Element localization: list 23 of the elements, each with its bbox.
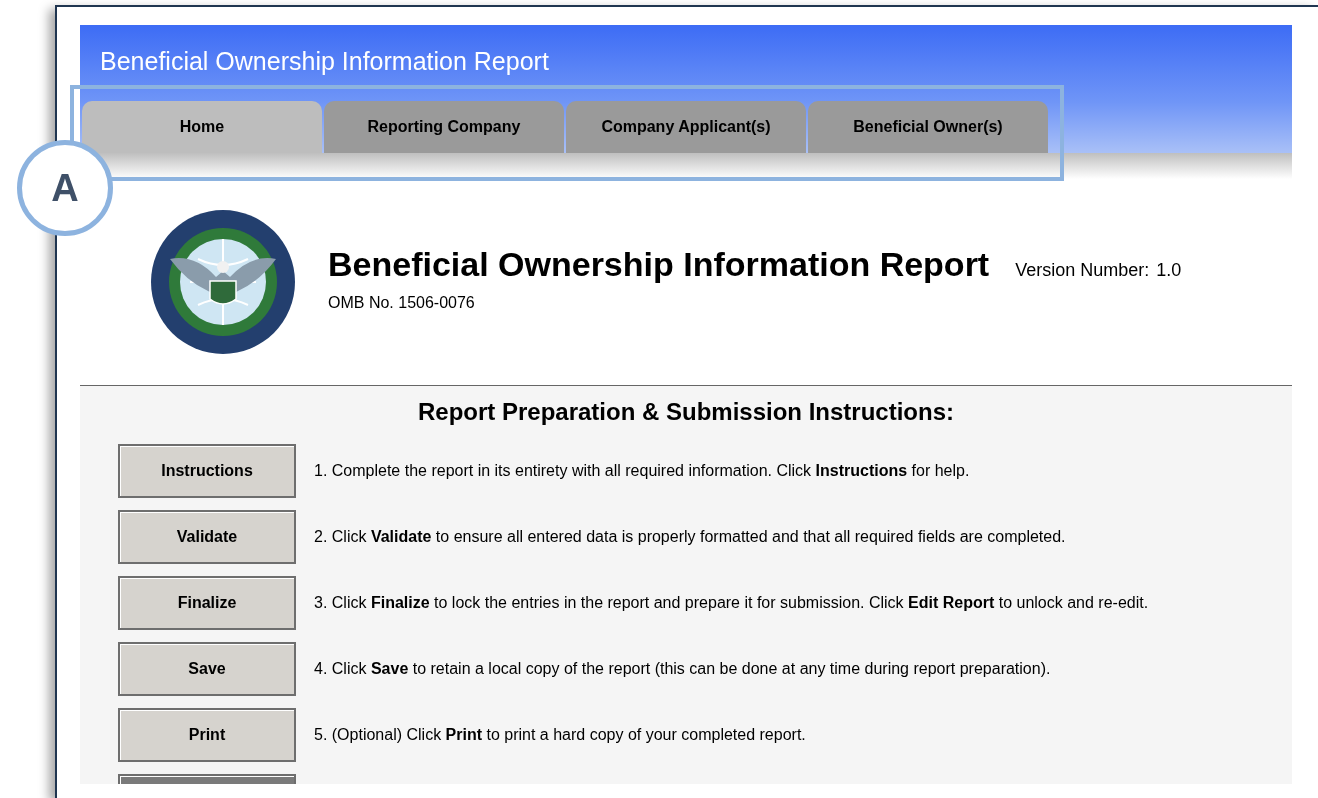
action-button[interactable]: Finalize [118, 576, 296, 630]
tab[interactable]: Reporting Company [324, 101, 564, 153]
callout-marker: A [17, 140, 113, 236]
action-button[interactable] [118, 774, 296, 784]
step-text: 3. Click Finalize to lock the entries in the report and prepare it for submission. Click Edit Report to unlock and re-edit. [314, 594, 1149, 612]
step-text: 4. Click Save to retain a local copy of the report (this can be done at any time during report preparation). [314, 660, 1051, 678]
app-title: Beneficial Ownership Information Report [99, 46, 550, 76]
tab[interactable]: Company Applicant(s) [566, 101, 806, 153]
version-label: Version Number: [1015, 259, 1150, 281]
seal-icon [150, 209, 296, 355]
tab[interactable]: Beneficial Owner(s) [808, 101, 1048, 153]
action-button[interactable]: Validate [118, 510, 296, 564]
action-button[interactable]: Save [118, 642, 296, 696]
action-button[interactable]: Instructions [118, 444, 296, 498]
version-number: 1.0 [1156, 259, 1182, 281]
action-button[interactable]: Print [118, 708, 296, 762]
section-heading: Report Preparation & Submission Instructions: [416, 398, 956, 426]
step-text: 1. Complete the report in its entirety with all required information. Click Instructions for help. [314, 462, 970, 480]
tab[interactable]: Home [82, 101, 322, 153]
step-text: 2. Click Validate to ensure all entered data is properly formatted and that all required fields are completed. [314, 528, 1066, 546]
report-title: Beneficial Ownership Information Report [328, 244, 990, 284]
step-text: 5. (Optional) Click Print to print a hard copy of your completed report. [314, 726, 806, 744]
omb-number: OMB No. 1506-0076 [328, 293, 476, 312]
